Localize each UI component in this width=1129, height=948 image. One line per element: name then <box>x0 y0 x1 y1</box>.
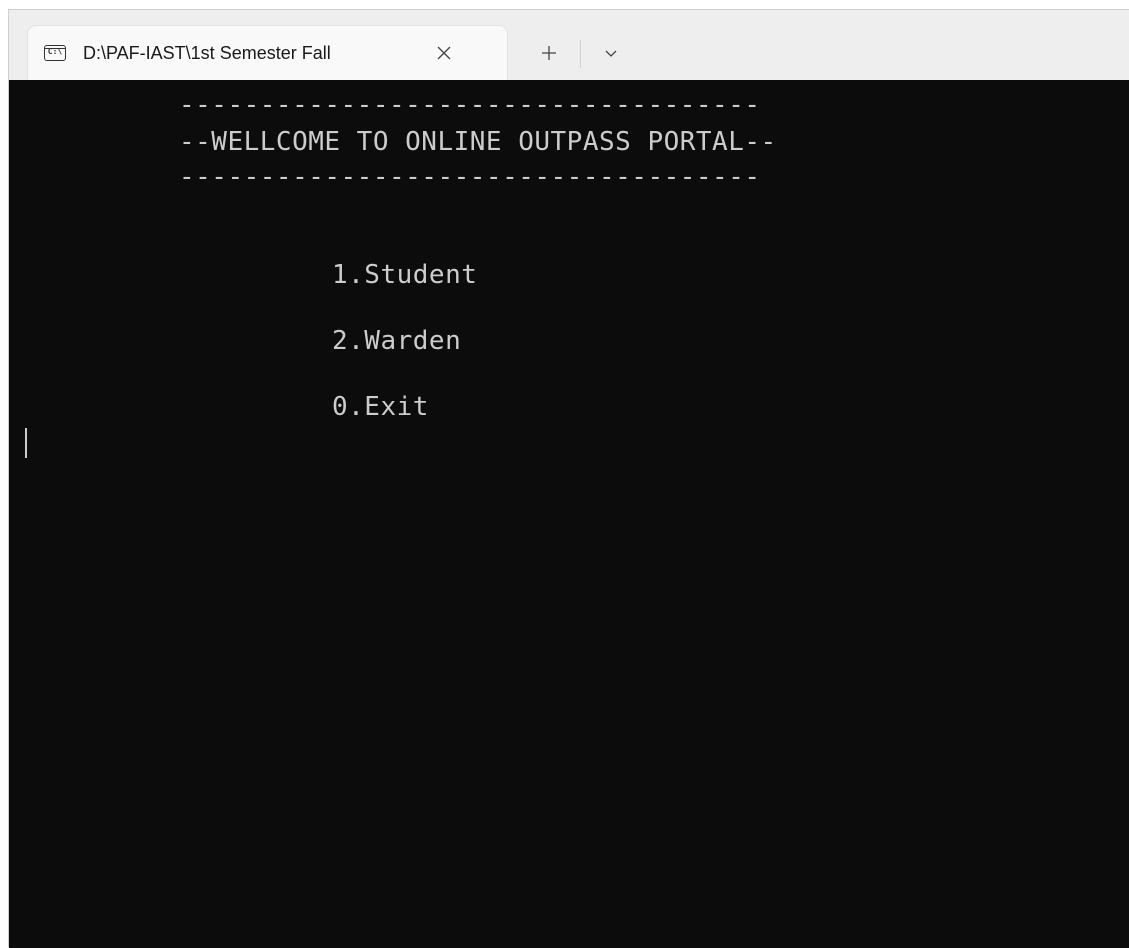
close-tab-button[interactable] <box>429 38 459 68</box>
separator-line-top: ------------------------------------ <box>179 90 761 120</box>
chevron-down-icon <box>605 50 617 57</box>
title-bar: C:\ D:\PAF-IAST\1st Semester Fall <box>9 10 1129 80</box>
menu-option-student: 1.Student <box>332 260 478 290</box>
tab-separator <box>580 40 581 68</box>
text-cursor <box>25 428 27 458</box>
close-icon <box>437 46 451 60</box>
terminal-output[interactable]: ------------------------------------ --W… <box>9 80 1129 948</box>
terminal-window: C:\ D:\PAF-IAST\1st Semester Fall ------… <box>8 9 1129 948</box>
plus-icon <box>542 46 556 60</box>
separator-line-bottom: ------------------------------------ <box>179 162 761 192</box>
tab-title: D:\PAF-IAST\1st Semester Fall <box>83 42 331 63</box>
menu-option-warden: 2.Warden <box>332 326 462 356</box>
tab-dropdown-button[interactable] <box>594 36 628 70</box>
menu-option-exit: 0.Exit <box>332 392 429 422</box>
terminal-tab[interactable]: C:\ D:\PAF-IAST\1st Semester Fall <box>28 26 507 80</box>
new-tab-button[interactable] <box>532 36 566 70</box>
console-icon: C:\ <box>44 45 66 61</box>
welcome-banner: --WELLCOME TO ONLINE OUTPASS PORTAL-- <box>179 127 777 157</box>
